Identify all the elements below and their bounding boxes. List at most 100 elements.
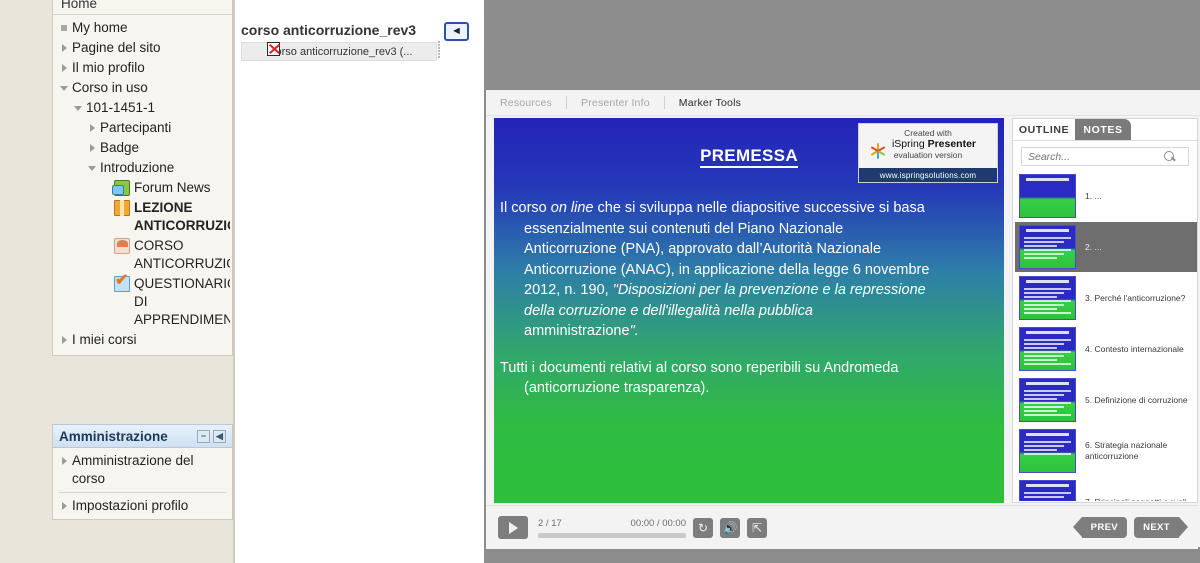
slide-thumbnail — [1019, 276, 1076, 320]
navigation-list: My home Pagine del sito Il mio profilo Cors… — [53, 15, 232, 355]
search-input[interactable] — [1022, 150, 1162, 163]
slide-thumbnail-number: 1. — [1085, 190, 1093, 201]
toolbar-item-marker-tools[interactable]: Marker Tools — [665, 97, 755, 109]
toolbar-item-presenter-info[interactable]: Presenter Info — [567, 97, 664, 109]
tab-notes[interactable]: NOTES — [1075, 119, 1131, 141]
slide-thumbnail-title: Strategia nazionale anticorruzione — [1085, 440, 1168, 461]
chevron-right-icon[interactable] — [59, 39, 72, 57]
bullet-icon[interactable] — [59, 19, 72, 37]
sidebar-item-label: Forum News — [134, 180, 211, 195]
sidebar-item-corso-in-uso[interactable]: Corso in uso — [53, 78, 232, 98]
sidebar-item-label: Il mio profilo — [72, 60, 145, 75]
sidebar-item-corso-anticorruzioni[interactable]: CORSO ANTICORRUZIONI — [53, 236, 232, 274]
sidebar-item-101-1451-1[interactable]: 101-1451-1 — [53, 98, 232, 118]
chevron-down-icon[interactable] — [73, 99, 86, 117]
file-item-label: corso anticorruzione_rev3 (... — [270, 45, 413, 58]
thumbnail-text-line — [1024, 453, 1071, 455]
thumbnail-text-line — [1024, 257, 1057, 259]
slide-body: Il corso on line che si sviluppa nelle d… — [500, 198, 998, 415]
prev-button[interactable]: PREV — [1072, 517, 1128, 538]
tab-outline[interactable]: OUTLINE — [1013, 119, 1075, 141]
chevron-down-icon[interactable] — [87, 159, 100, 177]
slide-thumbnail-item[interactable]: 2. ... — [1015, 222, 1197, 272]
slide-text-line: Anticorruzione (PNA), approvato dall’Aut… — [524, 241, 882, 257]
replay-icon[interactable]: ↻ — [693, 517, 713, 538]
toolbar-item-resources[interactable]: Resources — [486, 97, 566, 109]
slide-thumbnail-number: 7. — [1085, 497, 1092, 502]
sidebar-item-label: CORSO ANTICORRUZIONI — [134, 238, 230, 271]
sidebar-item-partecipanti[interactable]: Partecipanti — [53, 118, 232, 138]
thumbnail-title-bar — [1026, 484, 1069, 487]
player-footer — [484, 549, 1200, 563]
player-stage-background — [486, 16, 1200, 90]
slide-thumbnail-title: ... — [1094, 190, 1102, 201]
thumbnail-text-line — [1024, 492, 1071, 494]
slide-thumbnail-item[interactable]: 7. Principali soggetti e ruoli — [1015, 477, 1197, 501]
slide-counter: 2 / 17 — [538, 517, 562, 529]
chevron-down-icon[interactable] — [59, 79, 72, 97]
slide-text-line: Anticorruzione (ANAC), in applicazione d… — [524, 261, 930, 278]
sidebar-item-label: LEZIONE ANTICORRUZIONE — [134, 200, 230, 233]
slide-thumbnail — [1019, 225, 1076, 269]
sidebar-item-label: Badge — [100, 140, 140, 155]
administration-block: Amministrazione − ◀ Amministrazione del … — [52, 424, 233, 520]
outline-tabs: OUTLINE NOTES — [1013, 119, 1199, 141]
thumbnail-text-line — [1024, 410, 1057, 412]
progress-track[interactable] — [538, 532, 686, 538]
thumbnail-text-line — [1024, 308, 1057, 310]
chevron-right-icon[interactable] — [87, 119, 100, 137]
volume-icon[interactable]: 🔊 — [720, 517, 740, 538]
chevron-right-icon[interactable] — [59, 59, 72, 77]
slide-thumbnail-item[interactable]: 1. ... — [1015, 171, 1197, 221]
slide-thumbnail — [1019, 429, 1076, 473]
slide-thumbnail-item[interactable]: 6. Strategia nazionale anticorruzione — [1015, 426, 1197, 476]
minimize-icon[interactable]: − — [197, 430, 210, 443]
slide-thumbnail-title: Definizione di corruzione — [1094, 394, 1188, 405]
collapse-pane-button[interactable]: ◄ — [444, 22, 469, 41]
slide-thumbnail-label: 6. Strategia nazionale anticorruzione — [1076, 440, 1193, 462]
sidebar-item-il-mio-profilo[interactable]: Il mio profilo — [53, 58, 232, 78]
slide-navigation: PREV NEXT — [1072, 517, 1188, 538]
sidebar-item-my-home[interactable]: My home — [53, 18, 232, 38]
search-icon[interactable] — [1164, 150, 1176, 163]
slide-thumbnail-item[interactable]: 4. Contesto internazionale — [1015, 324, 1197, 374]
fullscreen-icon[interactable]: ⇱ — [747, 517, 767, 538]
watermark-product-prefix: iSpring — [891, 138, 928, 150]
forum-icon — [112, 180, 130, 196]
chevron-right-icon — [59, 452, 72, 470]
slide-text-line: (anticorruzione trasparenza). — [524, 380, 710, 396]
chevron-right-icon[interactable] — [59, 331, 72, 349]
slide-thumbnail-item[interactable]: 3. Perché l'anticorruzione? — [1015, 273, 1197, 323]
slide-thumbnail-list[interactable]: 1. ... 2. ... 3. Perché l'anticorruzione? 4… — [1015, 171, 1197, 501]
sidebar-item-label: QUESTIONARIO DI APPRENDIMENTO — [134, 276, 230, 327]
chevron-right-icon[interactable] — [87, 139, 100, 157]
thumbnail-text-line — [1024, 237, 1071, 239]
play-icon[interactable] — [498, 516, 528, 539]
outline-search[interactable] — [1021, 147, 1189, 166]
sidebar-item-badge[interactable]: Badge — [53, 138, 232, 158]
spacer-icon — [101, 199, 114, 217]
slide-thumbnail — [1019, 327, 1076, 371]
playback-progress[interactable]: 2 / 17 00:00 / 00:00 — [538, 518, 686, 538]
slide-canvas: PREMESSA Created with iSpring Presenter … — [494, 118, 1004, 503]
resize-grip[interactable] — [438, 40, 442, 62]
sidebar-item-pagine-del-sito[interactable]: Pagine del sito — [53, 38, 232, 58]
next-button[interactable]: NEXT — [1134, 517, 1188, 538]
thumbnail-text-line — [1024, 245, 1057, 247]
slide-thumbnail-item[interactable]: 5. Definizione di corruzione — [1015, 375, 1197, 425]
dock-left-icon[interactable]: ◀ — [213, 430, 226, 443]
sidebar-item-lezione-anticorruzione[interactable]: LEZIONE ANTICORRUZIONE — [53, 198, 232, 236]
thumbnail-title-bar — [1026, 433, 1069, 436]
slide-paragraph: Il corso on line che si sviluppa nelle d… — [500, 198, 998, 342]
thumbnail-text-line — [1024, 496, 1064, 498]
thumbnail-text-line — [1024, 449, 1057, 451]
sidebar-item-label: Partecipanti — [100, 120, 172, 135]
thumbnail-title-bar — [1026, 382, 1069, 385]
sidebar-item-course-administration[interactable]: Amministrazione del corso — [53, 448, 232, 492]
sidebar-item-introduzione[interactable]: Introduzione — [53, 158, 232, 178]
sidebar-item-forum-news[interactable]: Forum News — [53, 178, 232, 198]
sidebar-item-profile-settings[interactable]: Impostazioni profilo — [53, 493, 232, 519]
thumbnail-title-bar — [1026, 178, 1069, 181]
sidebar-item-questionario-di-apprendimento[interactable]: QUESTIONARIO DI APPRENDIMENTO — [53, 273, 232, 330]
sidebar-item-i-miei-corsi[interactable]: I miei corsi — [53, 330, 232, 350]
